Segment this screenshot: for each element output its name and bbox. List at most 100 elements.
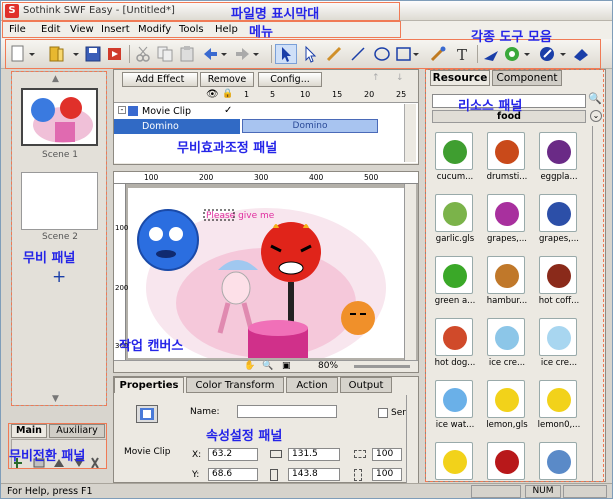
tab-action[interactable]: Action [286,377,338,393]
menu-tools[interactable]: Tools [179,24,204,35]
resource-item[interactable]: ice cre... [484,314,528,374]
brush-tool[interactable] [427,44,449,64]
rectangle-tool[interactable] [395,44,421,64]
resource-item[interactable]: garlic.gls [432,190,476,250]
ellipse-tool[interactable] [371,44,393,64]
resource-item[interactable] [432,438,476,481]
resource-item[interactable]: hambur... [484,252,528,312]
height-input[interactable]: 143.8 [288,468,340,481]
category-dropdown-icon[interactable]: ⌄ [590,110,602,122]
menu-insert[interactable]: Insert [101,24,130,35]
save-button[interactable] [83,44,103,64]
resource-item[interactable]: grapes,... [484,190,528,250]
eyedropper-tool[interactable] [539,44,567,64]
paste-icon [180,46,194,62]
width-input[interactable]: 131.5 [288,448,340,461]
resource-thumbnail-icon [539,380,577,418]
move-down-icon[interactable]: ↓ [396,73,404,83]
subselect-tool[interactable] [299,44,321,64]
fit-icon[interactable]: ▣ [282,361,291,371]
add-effect-button[interactable]: Add Effect [122,72,198,87]
timeline-row-domino[interactable]: Domino [114,119,240,134]
pencil-tool[interactable] [323,44,345,64]
undo-button[interactable] [201,44,227,64]
status-text: For Help, press F1 [7,486,93,497]
y-input[interactable]: 68.6 [208,468,258,481]
new-button[interactable] [7,44,37,64]
resource-item[interactable]: lemon0,... [536,376,580,436]
horizontal-ruler: 100 200 300 400 500 [114,172,418,184]
add-scene-icon[interactable]: + [52,267,66,287]
server-checkbox[interactable] [378,408,388,418]
timeline-scrollbar[interactable] [404,104,416,162]
resource-item[interactable]: ice cre... [536,314,580,374]
tab-resource[interactable]: Resource [430,70,490,86]
zoom-icon[interactable]: 🔍 [262,361,273,371]
zoom-slider[interactable] [354,365,410,368]
scale-y-input[interactable]: 100 [372,468,402,481]
resource-thumbnail-shape [547,264,571,288]
resource-item[interactable]: cucum... [432,128,476,188]
export-icon [108,48,121,60]
tab-component[interactable]: Component [492,70,562,86]
menu-file[interactable]: File [9,24,26,35]
properties-scrollbar[interactable] [406,395,418,483]
transform-tool[interactable] [481,44,501,64]
resource-item[interactable]: ice wat... [432,376,476,436]
export-button[interactable] [105,44,125,64]
tab-properties[interactable]: Properties [114,377,184,393]
effect-bar[interactable]: Domino [242,119,378,133]
open-button[interactable] [45,44,67,64]
resource-item[interactable]: hot dog... [432,314,476,374]
status-pane-1 [471,485,521,498]
scene-thumbnail-1[interactable] [21,88,98,146]
tab-auxiliary[interactable]: Auxiliary [49,424,105,438]
redo-button[interactable] [233,44,259,64]
resource-item[interactable]: grapes,... [536,190,580,250]
tab-output[interactable]: Output [340,377,392,393]
timeline-row-movieclip[interactable]: - Movie Clip ✓ [114,104,240,119]
open-dropdown[interactable] [71,44,81,64]
resource-item[interactable]: green a... [432,252,476,312]
paste-button[interactable] [177,44,197,64]
move-up-icon[interactable]: ↑ [372,73,380,83]
stage-canvas[interactable]: Please give me [128,188,404,358]
hand-icon[interactable]: ✋ [244,361,255,371]
menu-edit[interactable]: Edit [41,24,60,35]
visibility-eye-icon[interactable]: 👁 [206,89,219,100]
select-tool[interactable] [275,44,297,64]
line-tool[interactable] [347,44,369,64]
resource-scrollbar[interactable] [592,126,604,481]
text-tool[interactable]: T [451,44,473,64]
fill-transform-tool[interactable] [503,44,531,64]
tab-main[interactable]: Main [11,424,47,438]
tab-color-transform[interactable]: Color Transform [186,377,284,393]
name-input[interactable] [237,405,337,418]
resource-item[interactable]: hot coff... [536,252,580,312]
remove-effect-button[interactable]: Remove [200,72,254,87]
resource-thumbnail-shape [495,450,519,474]
cut-button[interactable] [133,44,153,64]
resource-item[interactable]: lemon,gls [484,376,528,436]
scroll-up-icon[interactable]: ▲ [52,74,59,84]
copy-button[interactable] [155,44,175,64]
resource-item[interactable]: drumsti... [484,128,528,188]
eraser-tool[interactable] [571,44,591,64]
scene-thumbnail-2[interactable] [21,172,98,230]
lock-icon[interactable]: 🔒 [222,89,233,99]
scale-x-input[interactable]: 100 [372,448,402,461]
scene-tabs: Main Auxiliary [11,424,107,438]
canvas-vertical-scrollbar[interactable] [404,184,416,362]
line-icon [351,47,365,61]
search-icon[interactable]: 🔍 [588,92,602,105]
menu-view[interactable]: View [70,24,94,35]
zoom-level[interactable]: 80% [318,361,338,371]
resource-item[interactable] [536,438,580,481]
config-effect-button[interactable]: Config... [258,72,322,87]
resource-item[interactable] [484,438,528,481]
x-input[interactable]: 63.2 [208,448,258,461]
scroll-down-icon[interactable]: ▼ [52,394,59,404]
menu-modify[interactable]: Modify [138,24,171,35]
menu-help[interactable]: Help [215,24,238,35]
resource-item[interactable]: eggpla... [536,128,580,188]
